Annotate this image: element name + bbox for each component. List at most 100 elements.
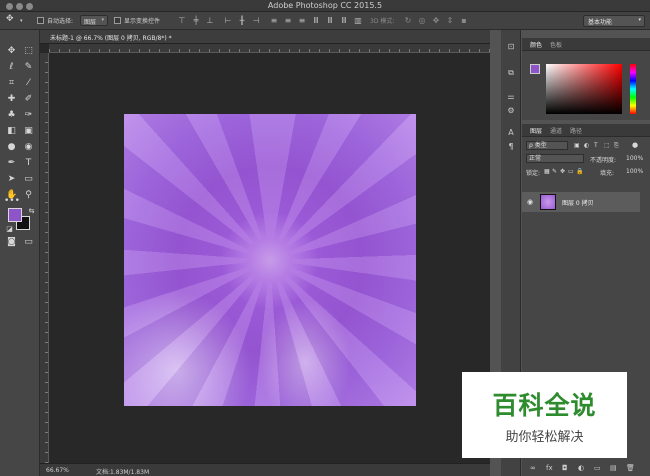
adjustment-layer-icon[interactable]: ◐ (578, 464, 584, 472)
align-top-icon[interactable]: ⊤ (178, 17, 186, 25)
lock-artboard-icon[interactable]: ▭ (568, 168, 574, 175)
filter-smart-icon[interactable]: ⎘ (614, 142, 619, 150)
fill-value[interactable]: 100% (626, 168, 643, 175)
distribute-right-icon[interactable]: Ⅲ (340, 17, 348, 25)
new-layer-icon[interactable]: ▤ (610, 464, 617, 472)
3d-roll-icon[interactable]: ◎ (418, 17, 426, 25)
align-bottom-icon[interactable]: ⊥ (206, 17, 214, 25)
3d-rotate-icon[interactable]: ↻ (404, 17, 412, 25)
type-tool-icon[interactable]: T (23, 158, 34, 169)
distribute-left-icon[interactable]: Ⅲ (312, 17, 320, 25)
dodge-tool-icon[interactable]: ◉ (23, 142, 34, 153)
history-panel-icon[interactable]: ⊡ (506, 42, 516, 52)
filter-type-icon[interactable]: T (594, 142, 598, 149)
filter-shape-icon[interactable]: ⬚ (604, 142, 610, 149)
tab-paths[interactable]: 路径 (570, 126, 582, 135)
3d-drag-icon[interactable]: ✥ (432, 17, 440, 25)
document-tab-label: 未标题-1 @ 66.7% (图层 0 拷贝, RGB/8*) * (50, 35, 172, 42)
edit-toolbar-icon[interactable]: ••• (4, 196, 20, 207)
title-bar: Adobe Photoshop CC 2015.5 (0, 0, 650, 12)
distribute-vcenter-icon[interactable]: ≡ (284, 17, 292, 25)
vertical-ruler[interactable] (40, 53, 49, 463)
align-vertical-center-icon[interactable]: ╪ (192, 17, 200, 25)
crop-tool-icon[interactable]: ⌗ (6, 78, 17, 89)
blend-mode-dropdown[interactable]: 正常 (526, 154, 584, 163)
healing-tool-icon[interactable]: ✚ (6, 94, 17, 105)
screen-mode-icon[interactable]: ▭ (23, 237, 34, 248)
document-size-info[interactable]: 文档:1.83M/1.83M (96, 467, 149, 476)
hue-slider[interactable] (630, 64, 636, 114)
character-panel-icon[interactable]: A (506, 128, 516, 138)
link-layers-icon[interactable]: ∞ (530, 464, 536, 472)
3d-slide-icon[interactable]: ⇕ (446, 17, 454, 25)
foreground-color-swatch[interactable] (8, 208, 22, 222)
document-window: 未标题-1 @ 66.7% (图层 0 拷贝, RGB/8*) * 66.67%… (40, 30, 490, 476)
auto-align-icon[interactable]: ▥ (354, 17, 362, 25)
tool-preset-arrow-icon[interactable]: ▾ (20, 18, 23, 24)
pen-tool-icon[interactable]: ✒ (6, 158, 17, 169)
rectangle-tool-icon[interactable]: ▭ (23, 174, 34, 185)
artwork-canvas[interactable] (124, 114, 416, 406)
blur-tool-icon[interactable]: ● (6, 142, 17, 153)
eyedropper-tool-icon[interactable]: ⁄ (23, 78, 34, 89)
paragraph-panel-icon[interactable]: ¶ (506, 142, 516, 152)
properties-panel-icon[interactable]: ⧉ (506, 68, 516, 78)
tab-color[interactable]: 颜色 (530, 40, 542, 49)
adjustments-panel-icon[interactable]: ⚌ (506, 92, 516, 102)
gradient-tool-icon[interactable]: ▣ (23, 126, 34, 137)
layer-style-icon[interactable]: fx (546, 464, 553, 472)
quick-select-tool-icon[interactable]: ✎ (23, 62, 34, 73)
opacity-value[interactable]: 100% (626, 155, 643, 162)
horizontal-ruler[interactable] (49, 44, 490, 53)
tab-channels[interactable]: 通道 (550, 126, 562, 135)
clone-stamp-tool-icon[interactable]: ♣ (6, 110, 17, 121)
canvas-area[interactable] (49, 53, 490, 463)
lock-position-icon[interactable]: ✥ (560, 168, 565, 175)
zoom-tool-icon[interactable]: ⚲ (23, 190, 34, 201)
color-picker-field[interactable] (546, 64, 622, 114)
lock-all-icon[interactable]: 🔒 (576, 168, 583, 175)
swap-colors-icon[interactable]: ⇆ (26, 206, 37, 217)
filter-pixel-icon[interactable]: ▣ (574, 142, 580, 149)
3d-scale-icon[interactable]: ▪ (460, 17, 468, 25)
brush-tool-icon[interactable]: ✐ (23, 94, 34, 105)
layer-row[interactable]: ◉ 图层 0 拷贝 (522, 192, 640, 212)
tab-swatches[interactable]: 色板 (550, 40, 562, 49)
align-horizontal-center-icon[interactable]: ╫ (238, 17, 246, 25)
visibility-eye-icon[interactable]: ◉ (527, 198, 533, 206)
new-group-icon[interactable]: ▭ (594, 464, 601, 472)
eraser-tool-icon[interactable]: ◧ (6, 126, 17, 137)
align-left-icon[interactable]: ⊢ (224, 17, 232, 25)
layer-filter-dropdown[interactable]: ρ 类型 (526, 141, 568, 150)
history-brush-tool-icon[interactable]: ✑ (23, 110, 34, 121)
quick-mask-icon[interactable]: ◙ (6, 237, 17, 248)
trash-icon[interactable]: 🗑 (626, 464, 635, 472)
layer-name[interactable]: 图层 0 拷贝 (562, 198, 594, 207)
distribute-hcenter-icon[interactable]: Ⅲ (326, 17, 334, 25)
lock-paint-icon[interactable]: ✎ (552, 168, 557, 175)
default-colors-icon[interactable]: ◪ (4, 224, 15, 235)
tools-panel: ✥ ⬚ ℓ ✎ ⌗ ⁄ ✚ ✐ ♣ ✑ ◧ ▣ ● ◉ ✒ T ➤ ▭ ✋ ⚲ … (0, 30, 40, 476)
auto-select-dropdown[interactable]: 图层 ▾ (80, 15, 108, 26)
lock-pixels-icon[interactable]: ▦ (544, 168, 550, 175)
path-select-tool-icon[interactable]: ➤ (6, 174, 17, 185)
zoom-level[interactable]: 66.67% (46, 467, 69, 474)
tab-layers[interactable]: 图层 (530, 126, 542, 135)
align-right-icon[interactable]: ⊣ (252, 17, 260, 25)
workspace-dropdown[interactable]: 基本功能 ▾ (583, 15, 645, 27)
document-tab[interactable]: 未标题-1 @ 66.7% (图层 0 拷贝, RGB/8*) * (40, 30, 490, 44)
distribute-top-icon[interactable]: ≡ (270, 17, 278, 25)
add-mask-icon[interactable]: ◘ (562, 464, 568, 472)
filter-adjust-icon[interactable]: ◐ (584, 142, 589, 149)
show-transform-checkbox[interactable] (114, 17, 121, 24)
lasso-tool-icon[interactable]: ℓ (6, 62, 17, 73)
marquee-tool-icon[interactable]: ⬚ (23, 46, 34, 57)
move-tool-icon[interactable]: ✥ (6, 46, 17, 57)
color-panel: 颜色 色板 (522, 38, 650, 120)
move-tool-icon[interactable]: ✥ (6, 14, 14, 24)
auto-select-checkbox[interactable] (37, 17, 44, 24)
distribute-bottom-icon[interactable]: ≡ (298, 17, 306, 25)
filter-toggle-icon[interactable]: ● (632, 141, 638, 149)
current-color-swatch[interactable] (530, 64, 540, 74)
libraries-panel-icon[interactable]: ⚙ (506, 106, 516, 116)
